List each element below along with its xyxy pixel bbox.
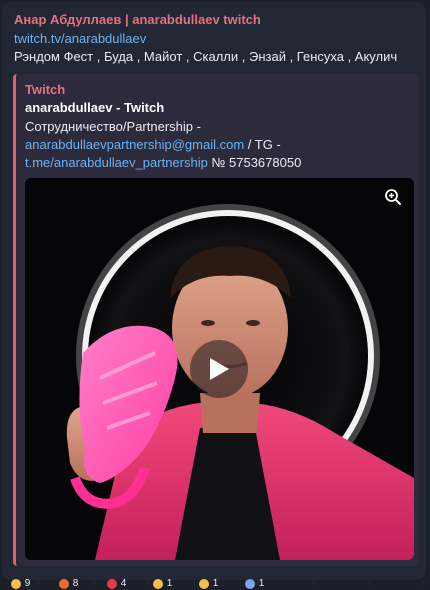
reaction-heart[interactable]: 4 <box>106 578 126 590</box>
preview-site-name: Twitch <box>25 82 66 97</box>
reaction-count: 1 <box>166 578 173 589</box>
reaction-thumbs-up[interactable]: 9 <box>10 578 30 590</box>
reactions-bar: 9 8 4 1 1 1 <box>4 578 304 590</box>
preview-email-link[interactable]: anarabdullaevpartnership@gmail.com <box>25 137 244 152</box>
heart-icon <box>107 579 117 589</box>
reaction-party[interactable]: 1 <box>152 578 172 590</box>
reaction-count: 8 <box>72 578 79 589</box>
zoom-in-icon <box>385 189 401 205</box>
reaction-count: 1 <box>258 578 265 589</box>
sender-name[interactable]: Анар Абдуллаев | anarabdullaev twitch <box>14 12 261 27</box>
reaction-fire[interactable]: 8 <box>58 578 78 590</box>
reaction-count: 9 <box>24 578 31 589</box>
reaction-count: 1 <box>212 578 219 589</box>
emoji-icon <box>245 579 255 589</box>
preview-title: anarabdullaev - Twitch <box>25 100 165 115</box>
party-icon <box>153 579 163 589</box>
message-link[interactable]: twitch.tv/anarabdullaev <box>14 31 146 46</box>
smile-icon <box>199 579 209 589</box>
preview-description: Сотрудничество/Partnership - anarabdulla… <box>25 118 405 172</box>
play-button[interactable] <box>190 340 248 398</box>
fire-icon <box>59 579 69 589</box>
reaction-count: 4 <box>120 578 127 589</box>
message-text: Рэндом Фест , Буда , Майот , Скалли , Эн… <box>14 49 398 64</box>
preview-video[interactable] <box>25 178 414 560</box>
preview-number: № 5753678050 <box>207 155 302 170</box>
zoom-button[interactable] <box>380 184 406 210</box>
reaction-emoji[interactable]: 1 <box>244 578 264 590</box>
thumbs-up-icon <box>11 579 21 589</box>
link-preview[interactable]: Twitch anarabdullaev - Twitch Сотрудниче… <box>13 74 419 566</box>
message-bubble: Анар Абдуллаев | anarabdullaev twitch tw… <box>2 2 426 580</box>
preview-desc-prefix: Сотрудничество/Partnership - <box>25 119 201 134</box>
reaction-smile[interactable]: 1 <box>198 578 218 590</box>
play-icon <box>210 358 229 380</box>
preview-tg-label: / TG - <box>244 137 281 152</box>
preview-tg-link[interactable]: t.me/anarabdullaev_partnership <box>25 155 208 170</box>
